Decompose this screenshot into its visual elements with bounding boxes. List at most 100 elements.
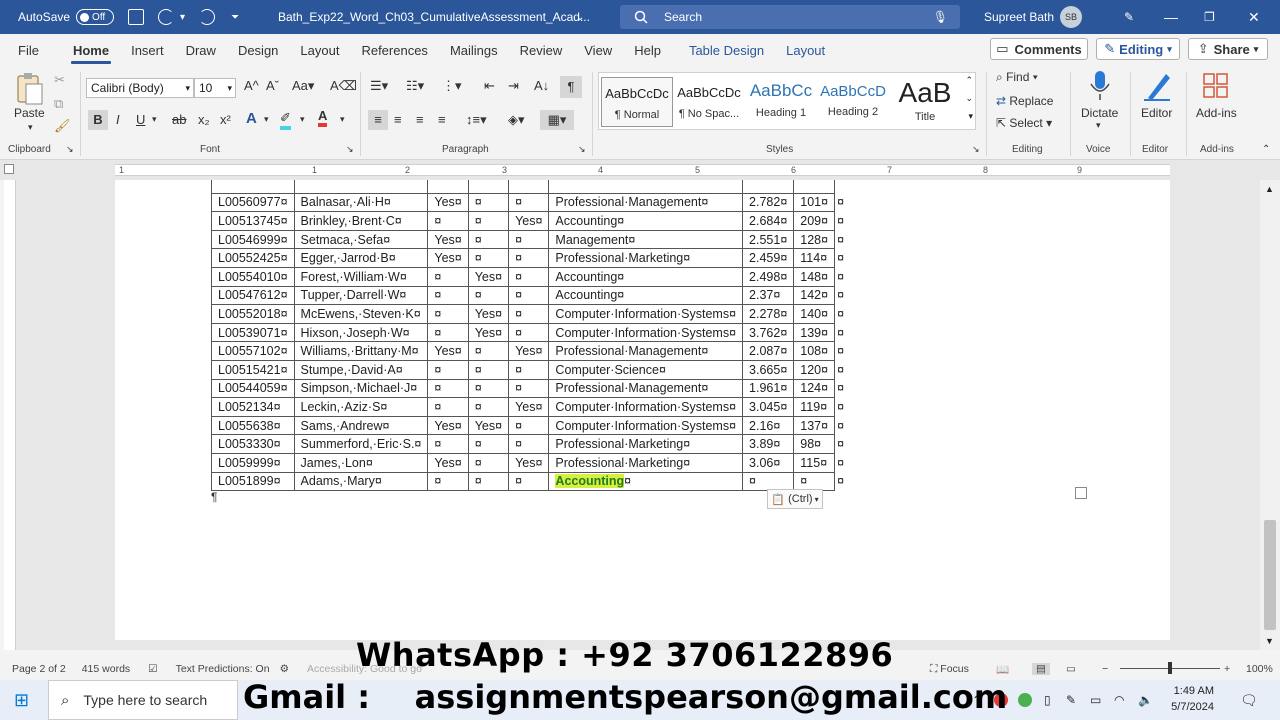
table-cell[interactable]: 2.37¤ [742,285,795,306]
highlight-dropdown-icon[interactable]: ▾ [300,114,305,125]
table-cell[interactable]: Yes¤ [427,341,469,361]
table-cell[interactable]: 2.551¤ [742,229,795,250]
table-cell[interactable]: Computer·Information·Systems¤ [548,304,744,324]
tab-selector-icon[interactable] [4,164,14,174]
italic-icon[interactable]: I [116,112,120,127]
scroll-down-icon[interactable]: ▼ [1265,636,1274,646]
menu-table-layout[interactable]: Layout [784,37,827,64]
table-cell[interactable]: 3.89¤ [742,434,795,454]
focus-button[interactable]: ⛶ Focus [930,663,969,676]
table-cell[interactable]: L0055638¤ [211,415,295,436]
table-cell[interactable]: Simpson,·Michael·J¤ [293,378,429,399]
table-cell[interactable]: Yes¤ [508,397,550,417]
paste-options-button[interactable]: 📋 (Ctrl) ▾ [767,489,823,509]
table-row[interactable]: L00544059¤ Simpson,·Michael·J¤ ¤ ¤ ¤ Professi… [211,378,851,399]
menu-layout[interactable]: Layout [298,37,341,64]
ruler-strip[interactable]: 1 1 2 3 4 5 6 7 8 9 [115,164,1170,176]
table-cell[interactable]: L00554010¤ [211,266,295,287]
change-case-icon[interactable]: Aa▾ [292,78,314,94]
user-name[interactable]: Supreet Bath [984,10,1054,24]
table-cell[interactable]: 128¤ [793,229,836,250]
table-cell[interactable]: 140¤ [793,304,836,324]
ribbon-display-icon[interactable]: ✎ [1124,10,1134,24]
edit-tray-icon[interactable]: ✎ [1066,693,1076,707]
table-cell[interactable]: 137¤ [793,415,836,436]
table-cell[interactable]: Egger,·Jarrod·B¤ [293,248,429,268]
table-row[interactable]: L00552425¤ Egger,·Jarrod·B¤ Yes¤ ¤ ¤ Professi… [211,248,851,268]
paste-icon[interactable] [14,72,44,106]
strikethrough-icon[interactable]: ab [172,112,186,127]
undo-icon[interactable] [158,9,175,25]
table-cell[interactable]: 3.045¤ [742,397,795,417]
table-cell[interactable]: ¤ [508,359,550,380]
table-cell[interactable]: 142¤ [793,285,836,306]
table-cell[interactable]: James,·Lon¤ [293,452,429,473]
shading-icon[interactable]: ◈▾ [508,112,525,128]
table-cell[interactable]: Accounting¤ [548,266,744,287]
text-effects-dropdown-icon[interactable]: ▾ [264,114,269,125]
table-row[interactable]: L00554010¤ Forest,·William·W¤ ¤ Yes¤ ¤ Accoun… [211,266,851,287]
table-cell[interactable]: ¤ [508,378,550,399]
scrollbar-thumb[interactable] [1264,520,1276,630]
text-predictions[interactable]: Text Predictions: On [176,663,270,675]
table-cell[interactable]: ¤ [427,397,469,417]
table-cell[interactable]: ¤ [467,471,510,492]
device-icon[interactable]: ▯ [1044,693,1051,707]
table-cell[interactable]: Yes¤ [467,304,510,324]
find-button[interactable]: ⌕ Find ▾ [996,70,1038,85]
read-mode-icon[interactable]: 📖 [996,663,1009,676]
menu-home[interactable]: Home [70,37,112,64]
table-cell[interactable]: L0052134¤ [211,397,295,417]
autosave[interactable]: AutoSave Off [18,9,115,25]
table-cell[interactable]: Yes¤ [427,248,469,268]
table-cell[interactable]: Computer·Science¤ [548,359,744,380]
table-cell[interactable]: Yes¤ [427,229,469,250]
table-cell[interactable]: Leckin,·Aziz·S¤ [293,397,429,417]
table-cell[interactable]: ¤ [508,266,550,287]
table-cell[interactable]: L0059999¤ [211,452,295,473]
tray-app-icon[interactable] [1018,693,1032,707]
table-cell[interactable]: Williams,·Brittany·M¤ [293,341,429,361]
menu-mailings[interactable]: Mailings [448,37,500,64]
scroll-up-icon[interactable]: ▲ [1265,184,1274,194]
table-cell[interactable]: ¤ [508,322,550,343]
table-resize-handle[interactable] [1075,487,1087,499]
shrink-font-icon[interactable]: Aˇ [266,78,279,93]
table-row[interactable]: L00539071¤ Hixson,·Joseph·W¤ ¤ Yes¤ ¤ Compute… [211,322,851,343]
document-page[interactable]: L00560977¤ Balnasar,·Ali·H¤ Yes¤ ¤ ¤ Professi… [115,180,1170,640]
table-cell[interactable]: ¤ [467,211,510,231]
table-cell[interactable]: Professional·Management¤ [548,341,744,361]
table-row[interactable]: L0051899¤ Adams,·Mary¤ ¤ ¤ ¤ Accounting¤… [211,471,851,492]
taskbar-search[interactable]: ⌕ Type here to search [48,680,238,720]
font-name-select[interactable]: Calibri (Body) ▾ [86,78,194,98]
table-cell[interactable]: L00560977¤ [211,192,295,213]
autosave-toggle[interactable]: Off [76,9,115,25]
table-cell[interactable]: 1.961¤ [742,378,795,399]
selected-text[interactable]: Accounting [555,474,625,489]
menu-insert[interactable]: Insert [129,37,166,64]
page-count[interactable]: Page 2 of 2 [12,663,66,675]
table-cell[interactable]: 3.06¤ [742,452,795,473]
table-cell[interactable]: 124¤ [793,378,836,399]
table-cell[interactable]: Brinkley,·Brent·C¤ [293,211,429,231]
table-cell[interactable]: ¤ [793,471,836,492]
text-effects-icon[interactable]: A [246,110,257,127]
table-cell[interactable]: ¤ [508,304,550,324]
styles-scroll-down-icon[interactable]: ⌄ [965,93,973,104]
search-box[interactable]: Search 🎙 [620,5,960,29]
table-cell[interactable]: ¤ [508,192,550,213]
table-cell[interactable]: Yes¤ [427,452,469,473]
style-heading-1[interactable]: AaBbCc Heading 1 [745,77,817,127]
table-cell[interactable]: Forest,·William·W¤ [293,266,429,287]
numbering-icon[interactable]: ☷▾ [406,78,424,94]
table-cell[interactable]: Management¤ [548,229,744,250]
table-cell[interactable]: L00552425¤ [211,248,295,268]
table-cell[interactable]: 139¤ [793,322,836,343]
table-cell[interactable]: 115¤ [793,452,836,473]
table-cell[interactable]: ¤ [467,285,510,306]
show-formatting-icon[interactable]: ¶ [560,76,582,98]
table-cell[interactable]: Balnasar,·Ali·H¤ [293,192,429,213]
volume-icon[interactable]: 🔈 [1138,693,1153,707]
underline-dropdown-icon[interactable]: ▾ [152,114,157,125]
table-cell[interactable]: ¤ [427,471,469,492]
